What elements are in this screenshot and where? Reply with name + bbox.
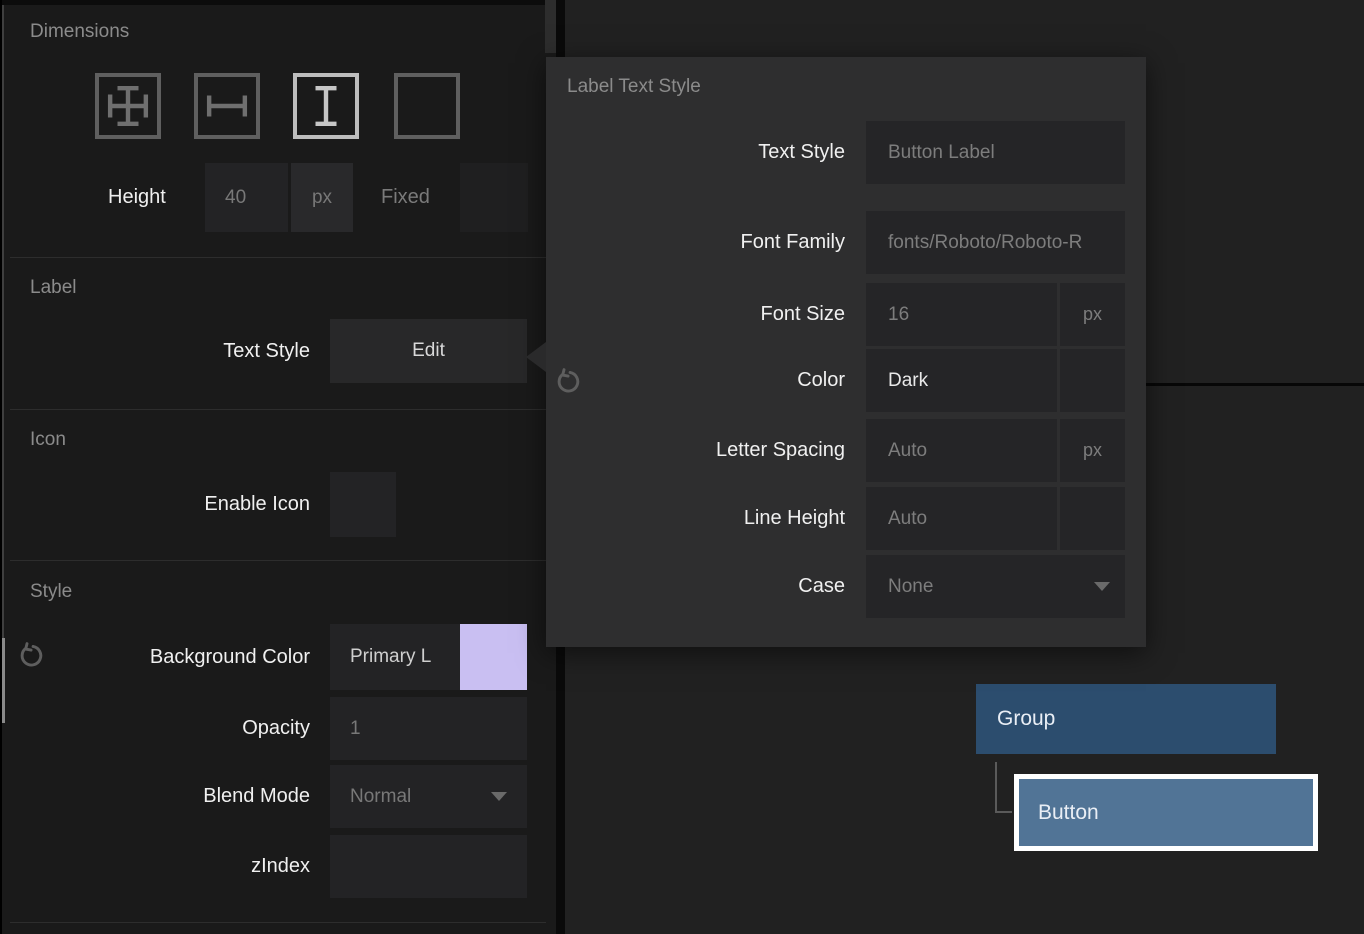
popup-text-style-label: Text Style bbox=[546, 121, 845, 184]
resize-both-icon bbox=[107, 85, 149, 127]
color-input[interactable]: Dark bbox=[866, 349, 1057, 412]
text-style-label: Text Style bbox=[0, 319, 310, 383]
height-unit[interactable]: px bbox=[291, 163, 353, 232]
font-size-input[interactable]: 16 bbox=[866, 283, 1057, 346]
popup-pointer-tail bbox=[526, 342, 546, 372]
section-title-style: Style bbox=[30, 580, 72, 604]
letter-spacing-unit[interactable]: px bbox=[1060, 419, 1125, 482]
popup-color-label: Color bbox=[546, 349, 845, 412]
height-label: Height bbox=[108, 163, 166, 232]
enable-icon-checkbox[interactable] bbox=[330, 472, 396, 537]
popup-font-size-label: Font Size bbox=[546, 283, 845, 346]
blend-mode-label: Blend Mode bbox=[0, 765, 310, 828]
app-root: Dimensions Height 40 px Fixed bbox=[0, 0, 1364, 934]
left-scrollbar-thumb[interactable] bbox=[2, 638, 5, 723]
font-size-unit[interactable]: px bbox=[1060, 283, 1125, 346]
section-divider bbox=[10, 409, 546, 410]
fixed-label: Fixed bbox=[381, 163, 430, 232]
section-divider bbox=[10, 922, 546, 923]
zindex-input[interactable] bbox=[330, 835, 527, 898]
line-height-unit[interactable] bbox=[1060, 487, 1125, 550]
popup-font-family-label: Font Family bbox=[546, 211, 845, 274]
popup-line-height-label: Line Height bbox=[546, 487, 845, 550]
tree-connector-horizontal bbox=[995, 811, 1012, 813]
section-title-icon: Icon bbox=[30, 428, 66, 452]
tree-connector-vertical bbox=[995, 762, 997, 813]
case-select[interactable]: None bbox=[866, 555, 1125, 618]
color-swatch-box[interactable] bbox=[1060, 349, 1125, 412]
popup-case-label: Case bbox=[546, 555, 845, 618]
background-color-field[interactable]: Primary L bbox=[330, 624, 460, 690]
case-chevron-down-icon[interactable] bbox=[1094, 582, 1110, 591]
resize-mode-none-button[interactable] bbox=[394, 73, 460, 139]
fixed-checkbox[interactable] bbox=[460, 163, 528, 232]
blend-mode-chevron-down-icon[interactable] bbox=[491, 792, 507, 801]
popup-title: Label Text Style bbox=[567, 76, 701, 98]
height-input[interactable]: 40 bbox=[205, 163, 288, 232]
letter-spacing-input[interactable]: Auto bbox=[866, 419, 1057, 482]
text-style-edit-button[interactable]: Edit bbox=[330, 319, 527, 383]
opacity-label: Opacity bbox=[0, 697, 310, 760]
properties-panel: Dimensions Height 40 px Fixed bbox=[0, 0, 556, 934]
background-color-swatch[interactable] bbox=[460, 624, 527, 690]
section-title-dimensions: Dimensions bbox=[30, 20, 129, 44]
button-node[interactable]: Button bbox=[1014, 774, 1318, 851]
popup-reset-icon[interactable] bbox=[555, 368, 582, 400]
section-title-label: Label bbox=[30, 276, 77, 300]
enable-icon-label: Enable Icon bbox=[0, 472, 310, 537]
opacity-input[interactable]: 1 bbox=[330, 697, 527, 760]
popup-letter-spacing-label: Letter Spacing bbox=[546, 419, 845, 482]
resize-mode-height-button[interactable] bbox=[293, 73, 359, 139]
resize-none-icon bbox=[406, 85, 448, 127]
resize-mode-both-button[interactable] bbox=[95, 73, 161, 139]
panel-right-scrollbar-thumb[interactable] bbox=[545, 0, 556, 53]
resize-width-icon bbox=[206, 85, 248, 127]
section-divider bbox=[10, 560, 546, 561]
section-divider bbox=[10, 257, 546, 258]
left-scrollbar-track[interactable] bbox=[2, 5, 4, 723]
panel-top-edge bbox=[0, 0, 556, 5]
background-color-label: Background Color bbox=[0, 624, 310, 690]
font-family-input[interactable]: fonts/Roboto/Roboto-R bbox=[866, 211, 1125, 274]
resize-mode-width-button[interactable] bbox=[194, 73, 260, 139]
text-style-input[interactable]: Button Label bbox=[866, 121, 1125, 184]
resize-height-icon bbox=[305, 85, 347, 127]
line-height-input[interactable]: Auto bbox=[866, 487, 1057, 550]
group-node[interactable]: Group bbox=[976, 684, 1276, 754]
zindex-label: zIndex bbox=[0, 835, 310, 898]
label-text-style-popup: Label Text Style Text Style Button Label… bbox=[546, 57, 1146, 647]
